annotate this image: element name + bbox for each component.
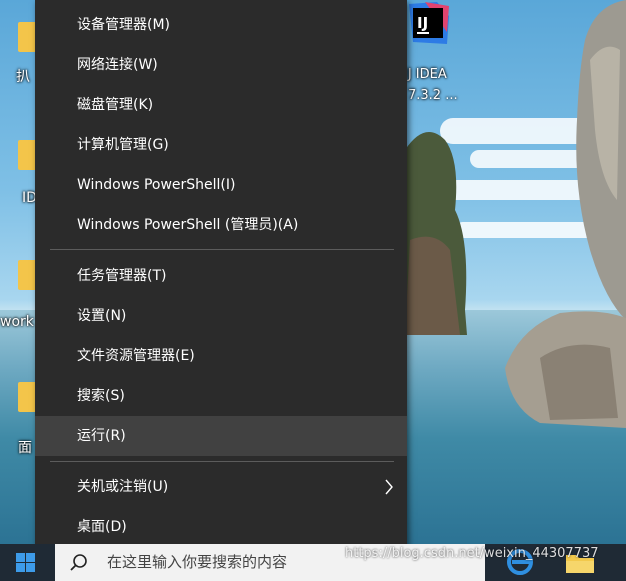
- menu-item-label: Windows PowerShell(I): [77, 177, 236, 193]
- menu-item-network-connections[interactable]: 网络连接(W): [35, 45, 407, 85]
- intellij-label-line1: IJ IDEA: [404, 67, 447, 82]
- desktop-icon-label: 扒: [16, 69, 30, 85]
- search-icon: [70, 554, 87, 571]
- menu-item-label: 搜索(S): [77, 388, 125, 404]
- menu-item-shutdown-signout[interactable]: 关机或注销(U): [35, 467, 407, 507]
- menu-item-settings[interactable]: 设置(N): [35, 296, 407, 336]
- rock-island: [405, 132, 467, 335]
- start-windows-icon[interactable]: [0, 544, 55, 581]
- menu-item-label: 关机或注销(U): [77, 479, 169, 495]
- menu-item-label: 桌面(D): [77, 519, 127, 535]
- win-x-context-menu: 设备管理器(M) 网络连接(W) 磁盘管理(K) 计算机管理(G) Window…: [35, 0, 407, 552]
- menu-item-task-manager[interactable]: 任务管理器(T): [35, 256, 407, 296]
- menu-item-label: 计算机管理(G): [77, 137, 169, 153]
- watermark-text: https://blog.csdn.net/weixin_44307737: [345, 546, 599, 561]
- menu-item-label: 任务管理器(T): [77, 268, 167, 284]
- menu-item-label: 设备管理器(M): [77, 17, 171, 33]
- menu-item-computer-management[interactable]: 计算机管理(G): [35, 125, 407, 165]
- menu-item-powershell[interactable]: Windows PowerShell(I): [35, 165, 407, 205]
- intellij-label-line2: 7.3.2 ...: [408, 88, 458, 103]
- svg-text:IJ: IJ: [417, 14, 428, 32]
- desktop-icon-label: work: [0, 314, 34, 330]
- menu-item-label: 网络连接(W): [77, 57, 158, 73]
- menu-item-label: 运行(R): [77, 428, 126, 444]
- desktop-icon-label: 面: [18, 440, 32, 456]
- menu-item-file-explorer[interactable]: 文件资源管理器(E): [35, 336, 407, 376]
- menu-item-label: 设置(N): [77, 308, 127, 324]
- menu-item-label: 磁盘管理(K): [77, 97, 154, 113]
- menu-item-desktop[interactable]: 桌面(D): [35, 507, 407, 547]
- menu-separator: [50, 249, 394, 250]
- menu-item-disk-management[interactable]: 磁盘管理(K): [35, 85, 407, 125]
- intellij-idea-icon[interactable]: IJ: [407, 2, 449, 44]
- menu-item-device-manager[interactable]: 设备管理器(M): [35, 5, 407, 45]
- menu-item-label: 文件资源管理器(E): [77, 348, 195, 364]
- menu-separator: [50, 461, 394, 462]
- menu-item-search[interactable]: 搜索(S): [35, 376, 407, 416]
- rock-large-right: [576, 0, 626, 320]
- menu-item-powershell-admin[interactable]: Windows PowerShell (管理员)(A): [35, 205, 407, 245]
- menu-item-label: Windows PowerShell (管理员)(A): [77, 217, 299, 233]
- search-placeholder: 在这里输入你要搜索的内容: [107, 553, 288, 571]
- chevron-right-icon: [385, 479, 393, 495]
- menu-item-run[interactable]: 运行(R): [35, 416, 407, 456]
- rock-front-right: [505, 311, 626, 428]
